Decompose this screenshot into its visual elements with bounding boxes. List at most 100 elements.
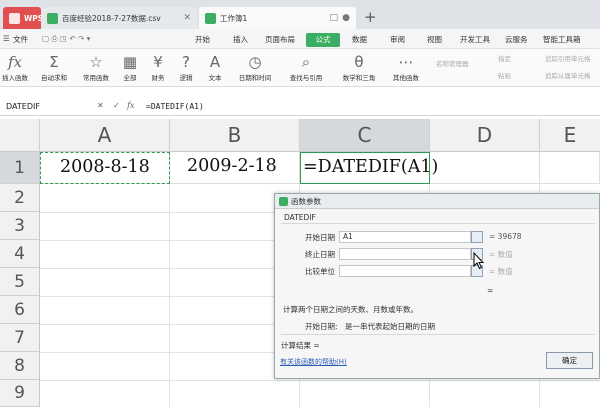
column-header-b[interactable]: B: [170, 119, 300, 152]
row-header-7[interactable]: 7: [0, 324, 40, 352]
trace-precedents-button[interactable]: 追踪引用单元格: [545, 53, 591, 63]
more-icon: ⋯: [398, 53, 414, 71]
arg-description-label: 开始日期:: [305, 322, 338, 331]
arg-label-end-date: 终止日期: [305, 250, 335, 259]
autosum-button[interactable]: Σ 自动求和: [34, 51, 74, 83]
unit-result: = 数值: [489, 267, 513, 276]
tab-workbook[interactable]: 工作簿1 □ ●: [199, 7, 356, 29]
formula-input[interactable]: =DATEDIF(A1): [146, 100, 204, 114]
close-icon[interactable]: ●: [342, 13, 350, 23]
row-header-2[interactable]: 2: [0, 184, 40, 212]
name-box[interactable]: DATEDIF: [4, 100, 106, 114]
column-header-d[interactable]: D: [430, 119, 540, 152]
menu-page-layout[interactable]: 页面布局: [265, 34, 295, 45]
menu-review[interactable]: 审阅: [390, 34, 405, 45]
specify-button[interactable]: 指定: [498, 53, 511, 63]
row-header-9[interactable]: 9: [0, 380, 40, 407]
dialog-title-bar[interactable]: 函数参数: [275, 194, 599, 209]
all-functions-button[interactable]: ▦ 全部: [118, 51, 142, 83]
function-name: DATEDIF: [284, 213, 316, 222]
search-icon: ⌕: [301, 53, 311, 71]
menu-file[interactable]: 文件: [13, 34, 28, 45]
start-date-result: = 39678: [489, 232, 522, 241]
dialog-title: 函数参数: [291, 197, 321, 206]
calc-result: 计算结果 =: [281, 341, 320, 350]
tab-csv-file[interactable]: 百度经验2018-7-27数据.csv ✕: [41, 7, 197, 29]
row-header-1[interactable]: 1: [0, 152, 40, 184]
new-tab-button[interactable]: +: [364, 8, 377, 26]
menu-formulas[interactable]: 公式: [306, 33, 340, 47]
menu-start[interactable]: 开始: [195, 34, 210, 45]
cell-c1-value: =DATEDIF(A1): [303, 157, 439, 177]
logic-button[interactable]: ? 逻辑: [174, 51, 198, 83]
fx-icon: fx: [7, 53, 22, 71]
menu-cloud[interactable]: 云服务: [505, 34, 528, 45]
menu-developer[interactable]: 开发工具: [460, 34, 490, 45]
common-functions-button[interactable]: ☆ 常用函数: [78, 51, 114, 83]
row-header-8[interactable]: 8: [0, 352, 40, 380]
column-header-c[interactable]: C: [300, 119, 430, 152]
tab-label: 百度经验2018-7-27数据.csv: [62, 13, 161, 23]
function-arguments-dialog: 函数参数 DATEDIF 开始日期 A1 = 39678 终止日期 = 数值 比…: [274, 193, 600, 379]
tab-wps[interactable]: WPS: [3, 7, 43, 29]
check-icon[interactable]: ✓: [113, 101, 120, 110]
close-icon[interactable]: ✕: [183, 13, 191, 23]
lookup-button[interactable]: ⌕ 查找与引用: [282, 51, 330, 83]
end-date-result: = 数值: [489, 250, 513, 259]
clock-icon: ◷: [248, 53, 262, 71]
insert-function-button[interactable]: fx 插入函数: [0, 51, 30, 83]
column-header-e[interactable]: E: [540, 119, 600, 152]
fx-icon[interactable]: fx: [127, 101, 134, 110]
arg-label-unit: 比较单位: [305, 267, 335, 276]
name-manager-button[interactable]: 名称管理器: [436, 58, 469, 68]
cell-e1[interactable]: [540, 152, 600, 184]
text-button[interactable]: A 文本: [202, 51, 228, 83]
range-select-icon[interactable]: [471, 231, 483, 243]
quick-access-icons[interactable]: ▢ ⎙ ◳ ↶ ↷ ▾: [42, 34, 90, 44]
arg-description: 是一串代表起始日期的日期: [345, 322, 435, 331]
cell-c1[interactable]: =DATEDIF(A1): [300, 152, 438, 184]
menu-view[interactable]: 视图: [427, 34, 442, 45]
pin-icon[interactable]: □: [329, 13, 338, 23]
cell-b1-value: 2009-2-18: [187, 156, 277, 176]
menu-insert[interactable]: 插入: [233, 34, 248, 45]
question-icon: ?: [182, 53, 190, 71]
spreadsheet-icon: [205, 12, 216, 24]
menu-data[interactable]: 数据: [352, 34, 367, 45]
wps-logo-icon: [9, 12, 20, 24]
math-button[interactable]: θ 数学和三角: [336, 51, 382, 83]
theta-icon: θ: [354, 53, 364, 71]
function-icon: ▦: [122, 53, 138, 71]
hamburger-icon[interactable]: ☰: [3, 34, 10, 43]
currency-icon: ¥: [153, 53, 163, 71]
help-link[interactable]: 有关该函数的帮助(H): [280, 357, 347, 367]
tab-label: 工作簿1: [220, 13, 248, 23]
menu-smart-tools[interactable]: 智能工具箱: [543, 34, 581, 45]
datetime-button[interactable]: ◷ 日期和时间: [232, 51, 278, 83]
unit-input[interactable]: [339, 265, 471, 277]
divider: [281, 223, 595, 224]
other-functions-button[interactable]: ⋯ 其他函数: [386, 51, 426, 83]
trace-dependents-button[interactable]: 追踪从属单元格: [545, 70, 591, 80]
ok-button[interactable]: 确定: [546, 352, 593, 369]
row-header-6[interactable]: 6: [0, 296, 40, 324]
close-icon[interactable]: ✕: [97, 101, 104, 110]
star-icon: ☆: [89, 53, 103, 71]
tab-bar: WPS 百度经验2018-7-27数据.csv ✕ 工作簿1 □ ● +: [0, 0, 600, 29]
row-header-4[interactable]: 4: [0, 240, 40, 268]
formula-bar: DATEDIF ✕ ✓ fx =DATEDIF(A1): [0, 98, 600, 116]
cell-b1[interactable]: 2009-2-18: [170, 152, 300, 184]
overall-result-eq: =: [487, 286, 494, 295]
select-all-corner[interactable]: [0, 119, 40, 152]
end-date-input[interactable]: [339, 248, 471, 260]
app-icon: [279, 197, 288, 206]
row-header-5[interactable]: 5: [0, 268, 40, 296]
row-header-3[interactable]: 3: [0, 212, 40, 240]
cell-d1[interactable]: [430, 152, 540, 184]
menu-bar: ☰ 文件 ▢ ⎙ ◳ ↶ ↷ ▾ 开始 插入 页面布局 数据 审阅 视图 开发工…: [0, 29, 600, 49]
cell-a1[interactable]: 2008-8-18: [40, 152, 170, 184]
start-date-input[interactable]: A1: [339, 231, 471, 243]
finance-button[interactable]: ¥ 财务: [146, 51, 170, 83]
paste-button[interactable]: 粘贴: [498, 70, 511, 80]
column-header-a[interactable]: A: [40, 119, 170, 152]
